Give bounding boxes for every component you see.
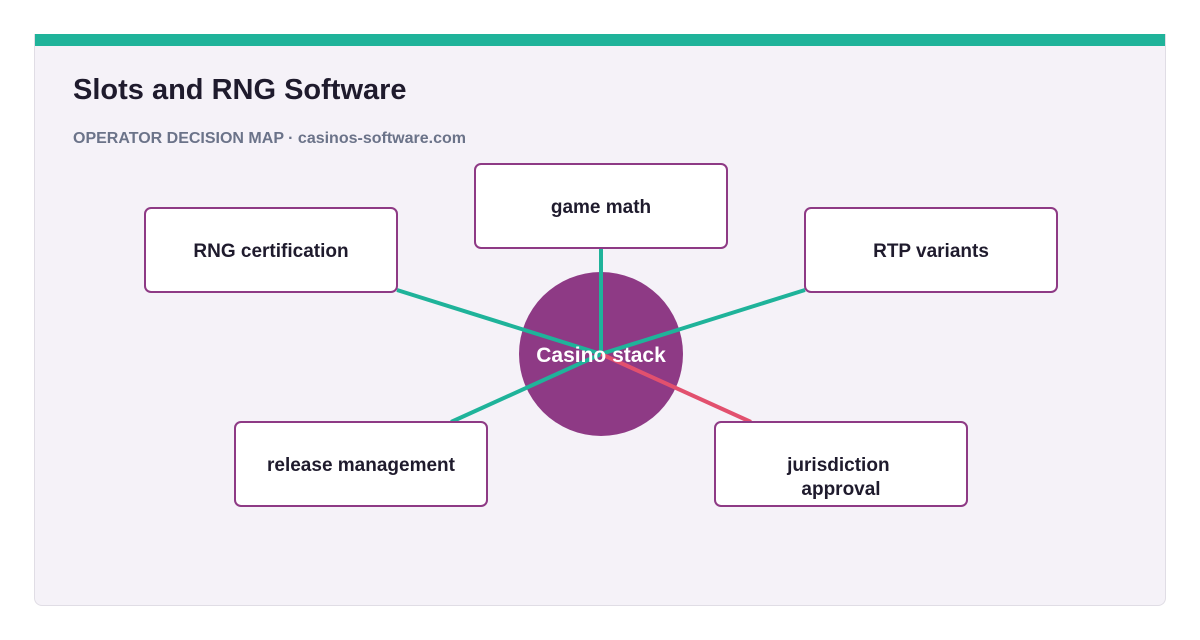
node-release-management-label: release management <box>267 455 456 476</box>
node-rng-certification[interactable]: RNG certification <box>144 207 398 293</box>
node-game-math[interactable]: game math <box>474 163 728 249</box>
node-rtp-variants-label: RTP variants <box>873 241 989 262</box>
node-game-math-label: game math <box>551 197 651 218</box>
hub-label: Casino stack <box>536 344 666 367</box>
node-jurisdiction-approval[interactable]: jurisdiction approval <box>714 421 968 507</box>
diagram-card: Slots and RNG Software OPERATOR DECISION… <box>34 34 1166 606</box>
hub-diagram: Casino stack RNG certification game math… <box>144 163 1058 507</box>
node-rng-certification-label: RNG certification <box>193 241 348 262</box>
node-rtp-variants[interactable]: RTP variants <box>804 207 1058 293</box>
node-jurisdiction-approval-line-1: jurisdiction <box>786 455 889 476</box>
node-release-management[interactable]: release management <box>234 421 488 507</box>
node-jurisdiction-approval-line-2: approval <box>801 479 880 500</box>
